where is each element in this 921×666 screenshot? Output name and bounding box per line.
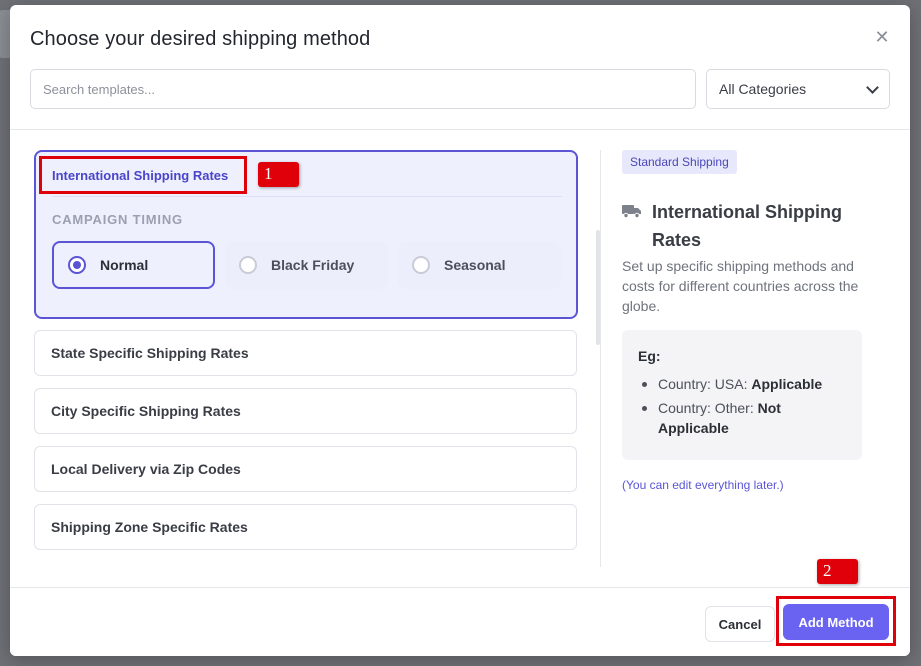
template-card-city[interactable]: City Specific Shipping Rates xyxy=(34,388,577,434)
radio-unselected-icon xyxy=(239,256,257,274)
example-item: Country: Other: Not Applicable xyxy=(638,398,846,438)
template-card-zone[interactable]: Shipping Zone Specific Rates xyxy=(34,504,577,550)
search-input[interactable] xyxy=(31,70,695,108)
timing-option-label: Normal xyxy=(100,257,149,273)
example-label: Eg: xyxy=(638,348,661,364)
template-card-title: City Specific Shipping Rates xyxy=(51,403,241,419)
category-select-value: All Categories xyxy=(719,81,807,97)
divider xyxy=(52,196,562,197)
example-box: Eg: Country: USA: Applicable Country: Ot… xyxy=(622,330,862,460)
search-field xyxy=(30,69,696,109)
campaign-timing-label: CAMPAIGN TIMING xyxy=(52,212,183,227)
template-card-state[interactable]: State Specific Shipping Rates xyxy=(34,330,577,376)
category-badge: Standard Shipping xyxy=(622,150,737,174)
detail-description: Set up specific shipping methods and cos… xyxy=(622,258,859,314)
timing-option-label: Seasonal xyxy=(444,257,506,273)
annotation-highlight-1 xyxy=(39,156,247,194)
modal-body: International Shipping Rates CAMPAIGN TI… xyxy=(10,130,910,587)
template-card-title: State Specific Shipping Rates xyxy=(51,345,249,361)
detail-title: International Shipping Rates xyxy=(652,202,842,250)
annotation-highlight-2 xyxy=(776,596,896,646)
template-card-title: Shipping Zone Specific Rates xyxy=(51,519,248,535)
detail-panel: Standard Shipping International Shipping… xyxy=(622,150,882,492)
column-divider xyxy=(600,150,601,567)
timing-option-black-friday[interactable]: Black Friday xyxy=(225,241,388,289)
chevron-down-icon xyxy=(866,80,879,94)
modal-footer: Cancel Add Method xyxy=(10,587,910,656)
example-list: Country: USA: Applicable Country: Other:… xyxy=(638,374,846,438)
template-card-title: Local Delivery via Zip Codes xyxy=(51,461,241,477)
annotation-label-2: 2 xyxy=(817,559,858,584)
modal-header: Choose your desired shipping method ✕ Al… xyxy=(10,5,910,130)
annotation-label-1: 1 xyxy=(258,162,299,187)
shipping-method-modal: Choose your desired shipping method ✕ Al… xyxy=(10,5,910,656)
radio-unselected-icon xyxy=(412,256,430,274)
example-item: Country: USA: Applicable xyxy=(638,374,846,394)
truck-icon xyxy=(622,205,641,218)
modal-title: Choose your desired shipping method xyxy=(30,28,371,50)
template-card-zip[interactable]: Local Delivery via Zip Codes xyxy=(34,446,577,492)
timing-option-normal[interactable]: Normal xyxy=(52,241,215,289)
timing-option-label: Black Friday xyxy=(271,257,355,273)
category-select[interactable]: All Categories xyxy=(706,69,890,109)
edit-note: (You can edit everything later.) xyxy=(622,478,784,492)
close-icon[interactable]: ✕ xyxy=(872,27,892,47)
timing-option-seasonal[interactable]: Seasonal xyxy=(398,241,561,289)
cancel-button[interactable]: Cancel xyxy=(705,606,775,642)
radio-selected-icon xyxy=(68,256,86,274)
